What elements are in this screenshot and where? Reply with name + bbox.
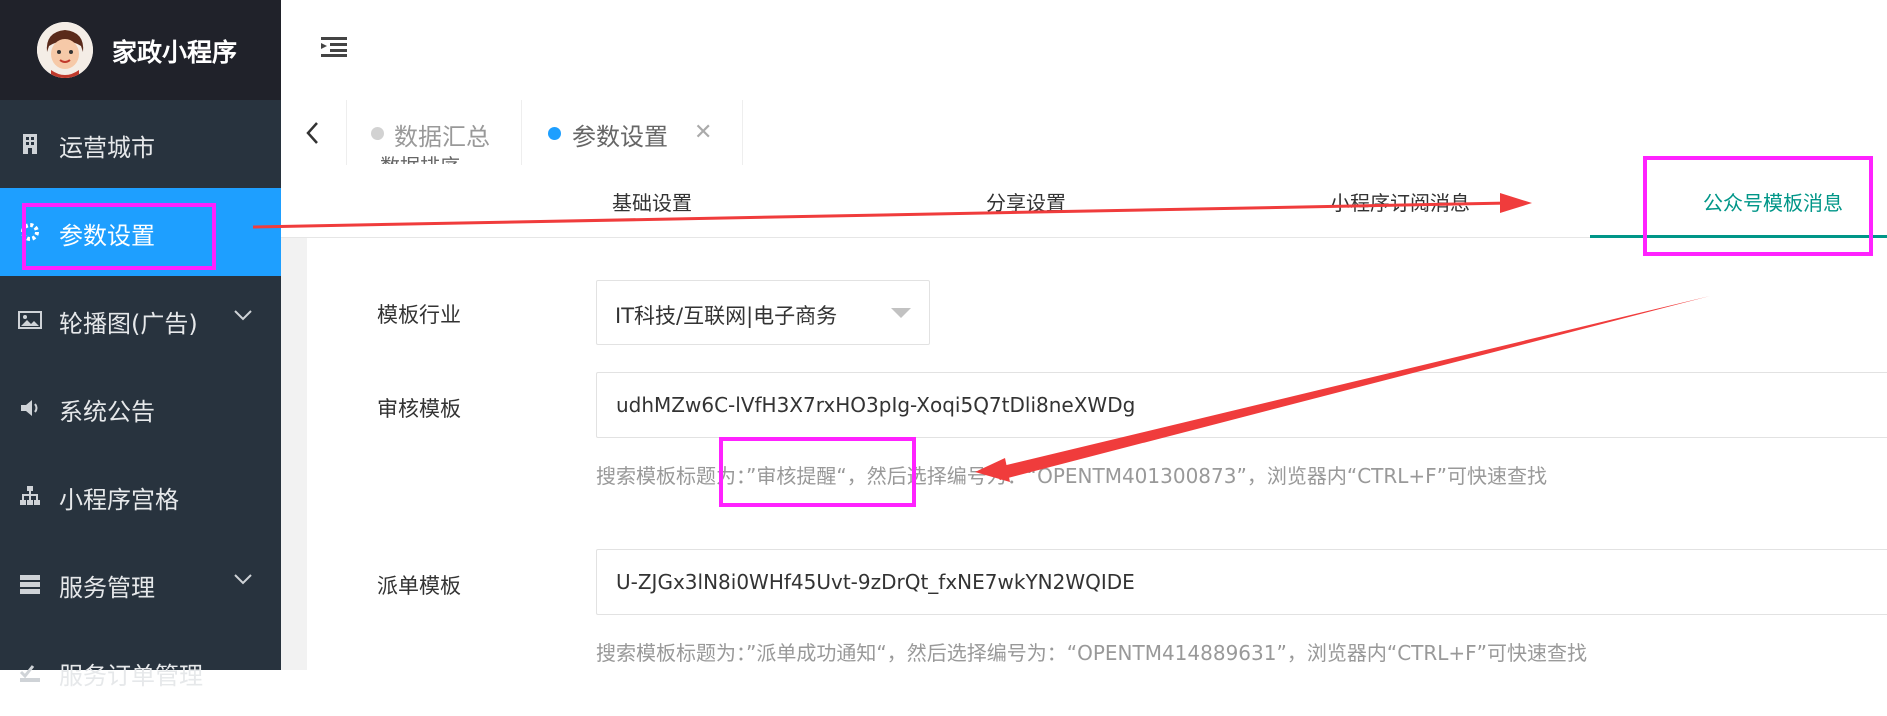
annotation-arrow-2	[994, 296, 1710, 480]
annotation-arrow-1	[252, 201, 1511, 229]
annotation-arrows	[252, 193, 1710, 482]
annotation-arrowhead-2	[975, 458, 1010, 482]
annotation-arrowhead-1	[1500, 193, 1532, 213]
